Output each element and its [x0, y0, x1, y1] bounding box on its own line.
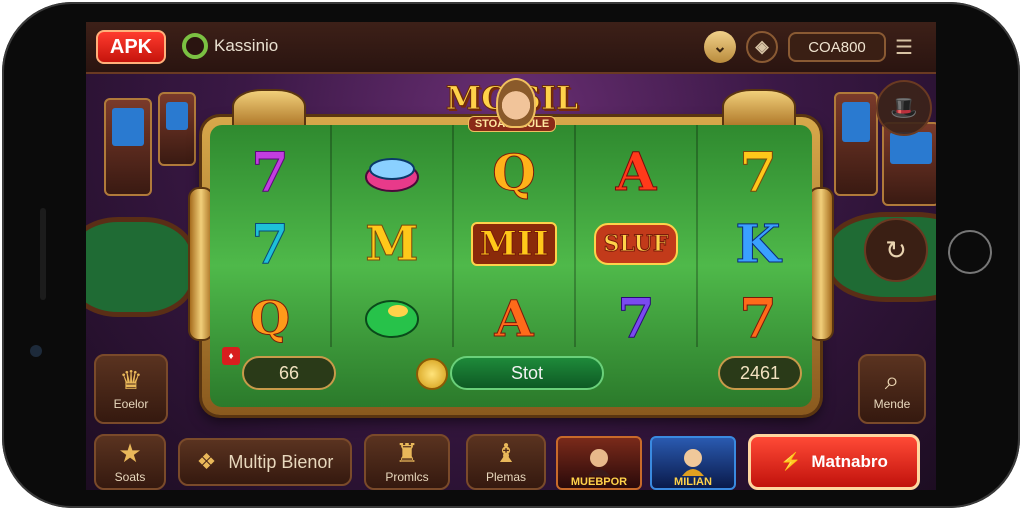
play-now-label: Matnabro [811, 452, 888, 471]
reel-3: Q MII A [454, 125, 576, 348]
win-amount: 2461 [718, 356, 802, 390]
reel-symbol: A [615, 141, 657, 203]
emerald-icon [332, 281, 452, 355]
reel-symbol: 7 [251, 212, 290, 277]
bottom-tile-stars[interactable]: ★ Soats [94, 434, 166, 490]
home-button[interactable] [948, 230, 992, 274]
reel-symbol: 7 [739, 286, 778, 351]
character-portrait [496, 78, 536, 128]
background-card-table [86, 217, 196, 317]
bet-tag-icon: ♦ [222, 347, 240, 365]
character-portrait [588, 449, 610, 476]
bottom-tile-label: Plemas [485, 470, 526, 484]
bet-amount[interactable]: 66 [242, 356, 336, 390]
bottom-tile-label: Soats [114, 470, 146, 484]
game-thumbnail-label: MUEBPOR [570, 476, 628, 488]
reel-1: 7 7 Q [210, 125, 332, 347]
spin-control-bar: ♦ 66 Stot 2461 [218, 347, 804, 399]
menu-icon[interactable]: ☰ [890, 34, 918, 60]
reel-symbol: M [365, 216, 419, 273]
slot-machine-frame: 7 7 Q M Q MII A A SLUF 7 7 K 7 ♦ 66 Stot… [188, 89, 834, 415]
phone-device: APK Kassinio ⌄ ◈ COA800 ☰ 🎩 ↻ 7 7 Q M Q … [0, 0, 1024, 512]
bottom-tile-label: Multip Bienor [228, 451, 334, 472]
background-slot-machine [158, 92, 196, 166]
reel-symbol: Q [249, 291, 291, 346]
apk-download-button[interactable]: APK [96, 30, 166, 64]
reel-symbol: 7 [617, 286, 656, 351]
background-slot-machine [834, 92, 878, 196]
gem-icon [332, 135, 452, 209]
reel-5: 7 K 7 [698, 125, 812, 351]
reels-area: 7 7 Q M Q MII A A SLUF 7 7 K 7 ♦ 66 Stot… [210, 125, 812, 407]
reel-symbol: K [735, 213, 781, 275]
promotions-button[interactable]: ♜ Promlcs [364, 434, 450, 490]
trophy-icon: ♝ [494, 438, 518, 468]
multiplayer-button[interactable]: ❖ Multip Bienor [178, 438, 352, 486]
gift-icon: ♜ [395, 438, 419, 468]
reel-symbol: 7 [739, 140, 778, 205]
coin-icon [416, 358, 448, 390]
reel-2: M [332, 125, 454, 347]
bottom-tile-label: Promlcs [385, 470, 429, 484]
game-thumbnail-1[interactable]: MUEBPOR [556, 436, 642, 490]
reel-symbol: MII [454, 207, 574, 281]
game-screen: APK Kassinio ⌄ ◈ COA800 ☰ 🎩 ↻ 7 7 Q M Q … [86, 22, 936, 490]
phone-speaker-slot [40, 208, 46, 300]
chevron-down-icon[interactable]: ⌄ [704, 31, 736, 63]
reel-symbol: Q [492, 142, 537, 202]
brand-logo[interactable]: Kassinio [182, 33, 278, 59]
refresh-icon[interactable]: ↻ [864, 218, 928, 282]
reel-symbol: SLUF [576, 207, 696, 281]
background-slot-machine [104, 98, 152, 196]
games-button[interactable]: ♝ Plemas [466, 434, 546, 490]
spin-button[interactable]: Stot [450, 356, 604, 390]
play-now-button[interactable]: ⚡ Matnabro [748, 434, 920, 490]
game-thumbnail-2[interactable]: MILIAN [650, 436, 736, 490]
brand-mark-icon [182, 33, 208, 59]
camera-icon [30, 345, 42, 357]
reel-symbol: 7 [251, 140, 290, 205]
credit-balance: COA800 [788, 32, 886, 62]
crown-icon: ♛ [119, 365, 143, 395]
reel-4: A SLUF 7 [576, 125, 698, 351]
search-icon: ⌕ [884, 365, 900, 395]
game-thumbnail-label: MILIAN [674, 476, 712, 488]
side-tile-label: Eoelor [113, 397, 149, 411]
chat-icon: ❖ [196, 449, 217, 474]
diamond-icon[interactable]: ◈ [746, 31, 778, 63]
brand-name: Kassinio [214, 36, 279, 55]
side-tile-left[interactable]: ♛ Eoelor [94, 354, 168, 424]
bolt-icon: ⚡ [780, 452, 802, 471]
side-tile-right[interactable]: ⌕ Mende [858, 354, 926, 424]
side-tile-label: Mende [873, 397, 911, 411]
hat-icon[interactable]: 🎩 [876, 80, 932, 136]
reel-symbol: A [494, 288, 534, 348]
character-portrait [682, 449, 704, 476]
star-icon: ★ [118, 438, 142, 468]
top-bar: APK Kassinio ⌄ ◈ COA800 ☰ [86, 22, 936, 74]
